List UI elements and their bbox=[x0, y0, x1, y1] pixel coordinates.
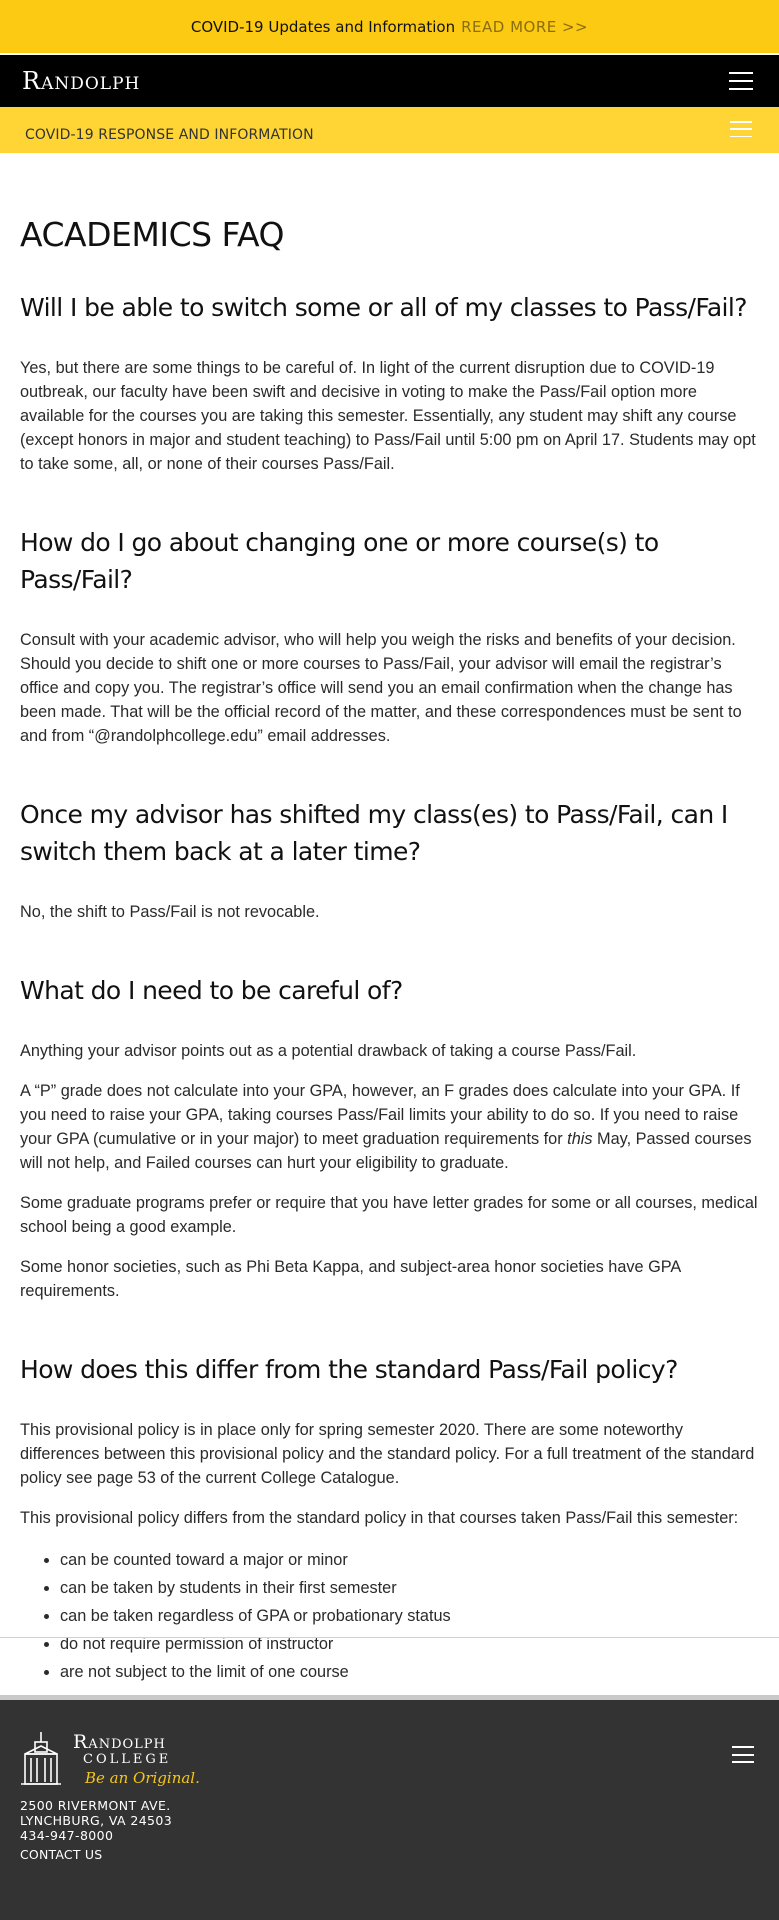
faq-heading: How does this differ from the standard P… bbox=[20, 1355, 678, 1384]
list-item: can be counted toward a major or minor bbox=[60, 1546, 759, 1574]
faq-paragraph: No, the shift to Pass/Fail is not revoca… bbox=[20, 903, 320, 921]
footer-logo-name: Randolph bbox=[73, 1731, 166, 1753]
site-header: Randolph bbox=[0, 53, 779, 107]
content-divider bbox=[0, 1637, 779, 1638]
faq-paragraph: Anything your advisor points out as a po… bbox=[20, 1042, 637, 1060]
covid-subnav: COVID-19 RESPONSE AND INFORMATION bbox=[0, 107, 779, 153]
hamburger-menu-icon[interactable] bbox=[729, 72, 753, 90]
main-content: ACADEMICS FAQ Will I be able to switch s… bbox=[0, 215, 779, 1686]
footer-logo-college: COLLEGE bbox=[83, 1752, 172, 1767]
faq-heading: What do I need to be careful of? bbox=[20, 976, 403, 1005]
site-footer: Randolph COLLEGE Be an Original. 2500 RI… bbox=[0, 1695, 779, 1920]
faq-section-3: Once my advisor has shifted my class(es)… bbox=[20, 796, 759, 924]
faq-heading: Will I be able to switch some or all of … bbox=[20, 293, 748, 322]
faq-section-5: How does this differ from the standard P… bbox=[20, 1351, 759, 1686]
read-more-link[interactable]: READ MORE >> bbox=[461, 18, 588, 36]
address-line-2: LYNCHBURG, VA 24503 bbox=[20, 1813, 173, 1828]
faq-paragraph-gpa: A “P” grade does not calculate into your… bbox=[20, 1082, 752, 1172]
faq-paragraph: This provisional policy differs from the… bbox=[20, 1509, 739, 1527]
faq-heading: How do I go about changing one or more c… bbox=[20, 528, 659, 594]
subnav-title[interactable]: COVID-19 RESPONSE AND INFORMATION bbox=[25, 127, 314, 143]
faq-paragraph: This provisional policy is in place only… bbox=[20, 1421, 755, 1487]
college-building-icon bbox=[21, 1732, 61, 1785]
faq-paragraph: Yes, but there are some things to be car… bbox=[20, 359, 756, 473]
list-item: can be taken by students in their first … bbox=[60, 1574, 759, 1602]
address-line-1: 2500 RIVERMONT AVE. bbox=[20, 1798, 171, 1813]
footer-logo[interactable]: Randolph COLLEGE Be an Original. bbox=[19, 1730, 200, 1788]
alert-text: COVID-19 Updates and Information bbox=[190, 17, 456, 36]
page-title: ACADEMICS FAQ bbox=[20, 215, 284, 254]
footer-address: 2500 RIVERMONT AVE. LYNCHBURG, VA 24503 … bbox=[20, 1798, 172, 1843]
covid-alert-bar: COVID-19 Updates and Information READ MO… bbox=[0, 0, 779, 53]
faq-heading: Once my advisor has shifted my class(es)… bbox=[20, 800, 728, 866]
faq-paragraph: Consult with your academic advisor, who … bbox=[20, 631, 742, 745]
faq-paragraph: Some honor societies, such as Phi Beta K… bbox=[20, 1258, 681, 1300]
faq-section-2: How do I go about changing one or more c… bbox=[20, 524, 759, 748]
list-item: can be taken regardless of GPA or probat… bbox=[60, 1602, 759, 1630]
contact-us-link[interactable]: CONTACT US bbox=[20, 1847, 102, 1862]
randolph-logo[interactable]: Randolph bbox=[22, 67, 140, 95]
list-item: do not require permission of instructor bbox=[60, 1630, 759, 1658]
faq-section-4: What do I need to be careful of? Anythin… bbox=[20, 972, 759, 1303]
faq-paragraph: Some graduate programs prefer or require… bbox=[20, 1194, 758, 1236]
faq-section-1: Will I be able to switch some or all of … bbox=[20, 289, 759, 476]
list-item: are not subject to the limit of one cour… bbox=[60, 1658, 759, 1686]
logo-text: Randolph bbox=[22, 67, 141, 95]
footer-menu-icon[interactable] bbox=[732, 1746, 754, 1763]
footer-tagline: Be an Original. bbox=[85, 1769, 200, 1787]
phone-number[interactable]: 434-947-8000 bbox=[20, 1828, 172, 1843]
subnav-menu-icon[interactable] bbox=[730, 121, 752, 137]
policy-difference-list: can be counted toward a major or minor c… bbox=[20, 1546, 759, 1686]
